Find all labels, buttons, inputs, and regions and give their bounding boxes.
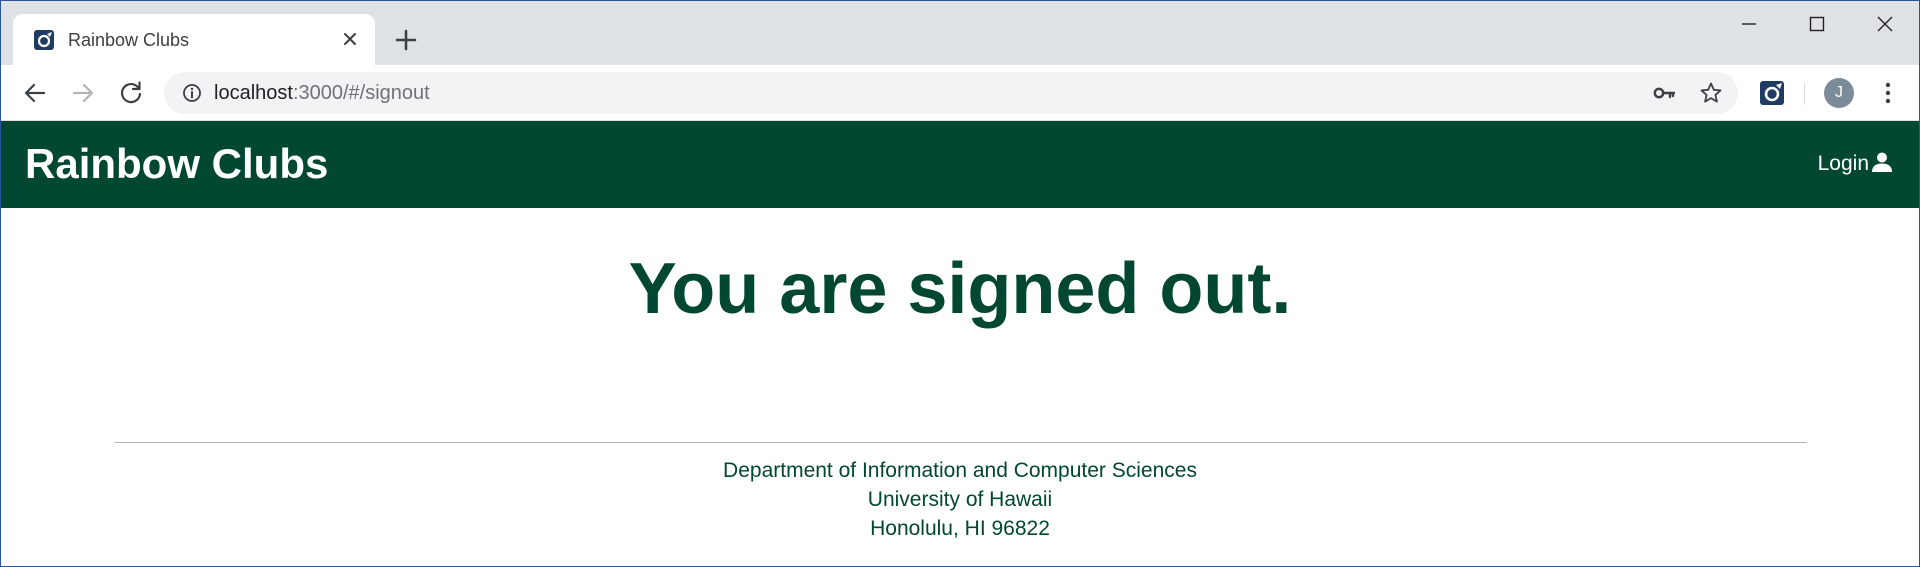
browser-window: Rainbow Clubs localhost:3000/#/signout J…	[0, 0, 1920, 567]
close-icon[interactable]	[339, 28, 361, 50]
tab-rainbow-clubs[interactable]: Rainbow Clubs	[13, 14, 375, 65]
maximize-icon[interactable]	[1783, 9, 1851, 39]
login-label: Login	[1817, 152, 1869, 175]
footer-department: Department of Information and Computer S…	[723, 459, 1197, 482]
address-bar[interactable]: localhost:3000/#/signout	[164, 72, 1738, 114]
footer-address: Honolulu, HI 96822	[870, 517, 1050, 540]
extension-icon[interactable]	[1756, 77, 1788, 109]
plus-icon[interactable]	[393, 27, 419, 53]
footer-university: University of Hawaii	[867, 488, 1053, 511]
tab-title: Rainbow Clubs	[68, 30, 190, 50]
key-icon[interactable]	[1652, 81, 1676, 105]
page-content: Rainbow Clubs Login You are signed out. …	[1, 121, 1919, 566]
extension-favicon-icon	[33, 29, 55, 51]
toolbar-separator	[1804, 83, 1805, 105]
back-arrow-icon[interactable]	[19, 77, 51, 109]
url-host: localhost	[214, 82, 293, 104]
app-navbar: Rainbow Clubs Login	[1, 121, 1919, 208]
login-button[interactable]: Login	[1818, 151, 1893, 177]
browser-toolbar: localhost:3000/#/signout J	[1, 65, 1919, 121]
user-icon	[1869, 151, 1893, 178]
minimize-icon[interactable]	[1715, 9, 1783, 39]
footer: Department of Information and Computer S…	[1, 456, 1919, 543]
kebab-menu-icon[interactable]	[1872, 77, 1904, 109]
app-brand[interactable]: Rainbow Clubs	[25, 139, 328, 189]
page-title: You are signed out.	[628, 249, 1292, 329]
url-text[interactable]: localhost:3000/#/signout	[214, 81, 430, 105]
info-icon[interactable]	[182, 83, 202, 103]
star-icon[interactable]	[1699, 81, 1723, 105]
reload-icon[interactable]	[115, 77, 147, 109]
tab-strip: Rainbow Clubs	[1, 1, 1919, 65]
footer-divider	[115, 442, 1807, 443]
forward-arrow-icon[interactable]	[67, 77, 99, 109]
profile-avatar[interactable]: J	[1824, 78, 1854, 108]
close-icon[interactable]	[1851, 9, 1919, 39]
url-path: :3000/#/signout	[292, 82, 430, 104]
